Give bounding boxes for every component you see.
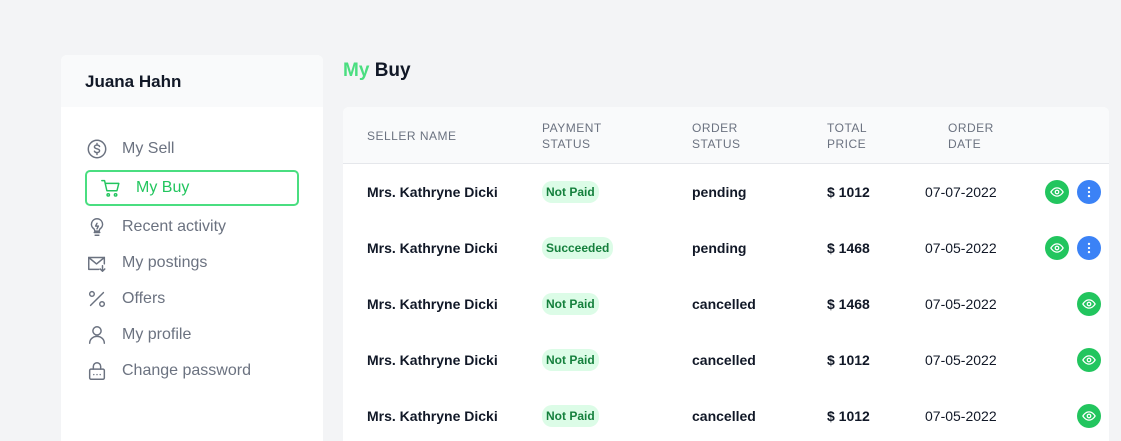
payment-status-badge: Not Paid	[542, 349, 599, 371]
eye-icon	[1050, 241, 1064, 255]
table-row: Mrs. Kathryne Dicki Not Paid pending $ 1012…	[343, 164, 1109, 220]
sidebar-item-my-postings[interactable]: My postings	[85, 245, 299, 281]
cart-icon	[100, 177, 122, 199]
percent-icon	[86, 288, 108, 310]
total-price-cell: $ 1012	[827, 352, 870, 368]
page-title-rest: Buy	[374, 60, 411, 81]
view-button[interactable]	[1045, 180, 1069, 204]
order-date-cell: 07-05-2022	[925, 352, 997, 368]
payment-status-badge: Not Paid	[542, 181, 599, 203]
sidebar-menu: My Sell My Buy Recent activity My postin…	[85, 131, 299, 389]
payment-status-cell: Not Paid	[542, 276, 599, 332]
column-header-order-date: Order Date	[948, 121, 994, 151]
column-header-total-price: Total Price	[827, 121, 868, 151]
view-button[interactable]	[1077, 292, 1101, 316]
total-price-cell: $ 1012	[827, 184, 870, 200]
lightbulb-icon	[86, 216, 108, 238]
sidebar-item-offers[interactable]: Offers	[85, 281, 299, 317]
payment-status-badge: Succeeded	[542, 237, 614, 259]
sidebar-item-my-profile[interactable]: My profile	[85, 317, 299, 353]
user-name: Juana Hahn	[61, 55, 323, 107]
order-status-cell: cancelled	[692, 408, 756, 424]
view-button[interactable]	[1045, 236, 1069, 260]
total-price-cell: $ 1468	[827, 240, 870, 256]
more-options-button[interactable]	[1077, 180, 1101, 204]
column-header-order-status: Order Status	[692, 121, 741, 151]
table-row: Mrs. Kathryne Dicki Not Paid cancelled $ 10…	[343, 332, 1109, 388]
sidebar: Juana Hahn My Sell My Buy Recent activit…	[61, 55, 323, 441]
eye-icon	[1082, 297, 1096, 311]
more-options-button[interactable]	[1077, 236, 1101, 260]
order-date-cell: 07-05-2022	[925, 296, 997, 312]
seller-name-cell: Mrs. Kathryne Dicki	[367, 184, 498, 200]
lock-icon	[86, 360, 108, 382]
table-row: Mrs. Kathryne Dicki Not Paid cancelled $ 14…	[343, 276, 1109, 332]
column-header-payment-status: Payment Status	[542, 121, 602, 151]
sidebar-item-my-sell[interactable]: My Sell	[85, 131, 299, 167]
sidebar-item-label: My Buy	[136, 179, 190, 196]
user-icon	[86, 324, 108, 346]
orders-table: Seller Name Payment Status Order Status To…	[343, 107, 1109, 441]
eye-icon	[1082, 353, 1096, 367]
order-status-cell: cancelled	[692, 296, 756, 312]
payment-status-cell: Not Paid	[542, 388, 599, 441]
dollar-circle-icon	[86, 138, 108, 160]
sidebar-item-label: Change password	[122, 362, 251, 379]
sidebar-item-label: My profile	[122, 326, 192, 343]
sidebar-item-change-password[interactable]: Change password	[85, 353, 299, 389]
payment-status-badge: Not Paid	[542, 293, 599, 315]
table-row: Mrs. Kathryne Dicki Succeeded pending $ 146…	[343, 220, 1109, 276]
column-header-seller-name: Seller Name	[367, 129, 457, 143]
payment-status-cell: Not Paid	[542, 332, 599, 388]
table-row: Mrs. Kathryne Dicki Not Paid cancelled $ 10…	[343, 388, 1109, 441]
total-price-cell: $ 1468	[827, 296, 870, 312]
sidebar-item-recent-activity[interactable]: Recent activity	[85, 209, 299, 245]
seller-name-cell: Mrs. Kathryne Dicki	[367, 352, 498, 368]
payment-status-badge: Not Paid	[542, 405, 599, 427]
order-status-cell: cancelled	[692, 352, 756, 368]
total-price-cell: $ 1012	[827, 408, 870, 424]
order-status-cell: pending	[692, 240, 747, 256]
order-date-cell: 07-07-2022	[925, 184, 997, 200]
view-button[interactable]	[1077, 404, 1101, 428]
seller-name-cell: Mrs. Kathryne Dicki	[367, 240, 498, 256]
more-vertical-icon	[1082, 185, 1096, 199]
sidebar-item-my-buy[interactable]: My Buy	[85, 170, 299, 206]
payment-status-cell: Not Paid	[542, 164, 599, 220]
seller-name-cell: Mrs. Kathryne Dicki	[367, 408, 498, 424]
sidebar-item-label: My Sell	[122, 140, 175, 157]
seller-name-cell: Mrs. Kathryne Dicki	[367, 296, 498, 312]
order-date-cell: 07-05-2022	[925, 408, 997, 424]
table-header: Seller Name Payment Status Order Status To…	[343, 107, 1109, 164]
eye-icon	[1050, 185, 1064, 199]
sidebar-item-label: My postings	[122, 254, 208, 271]
order-status-cell: pending	[692, 184, 747, 200]
more-vertical-icon	[1082, 241, 1096, 255]
mail-icon	[86, 252, 108, 274]
eye-icon	[1082, 409, 1096, 423]
order-date-cell: 07-05-2022	[925, 240, 997, 256]
sidebar-item-label: Recent activity	[122, 218, 227, 235]
view-button[interactable]	[1077, 348, 1101, 372]
payment-status-cell: Succeeded	[542, 220, 614, 276]
sidebar-item-label: Offers	[122, 290, 166, 307]
page-title-accent: My	[343, 60, 370, 81]
page-title: My Buy	[343, 60, 411, 82]
